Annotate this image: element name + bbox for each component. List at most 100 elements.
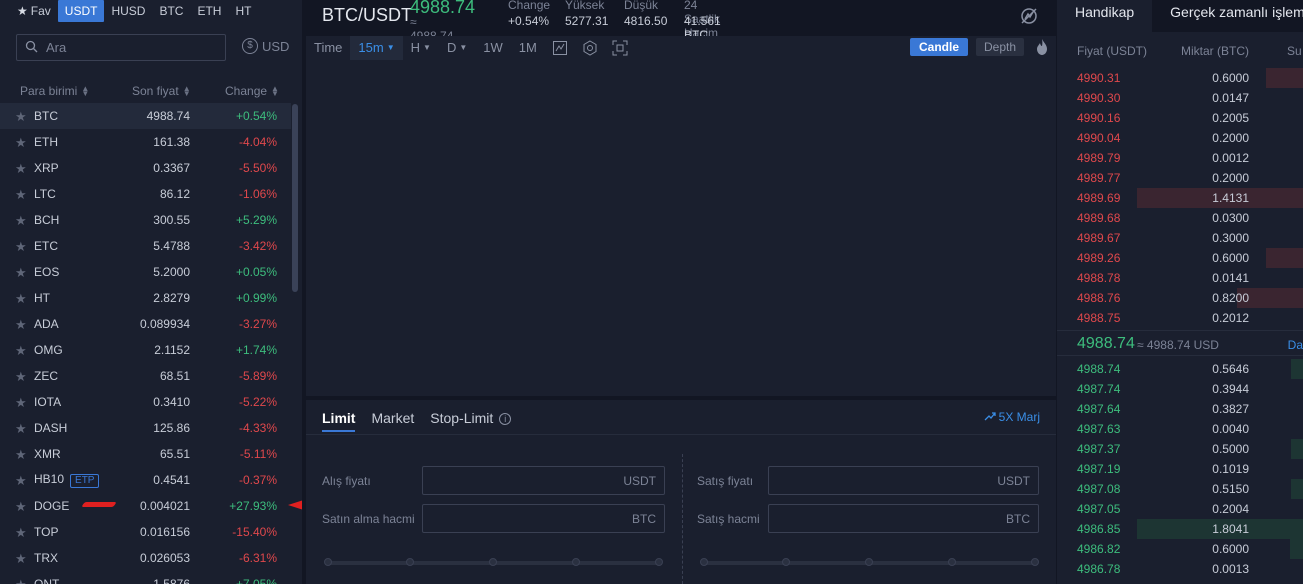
star-icon[interactable]: ★ [15,161,27,177]
star-icon[interactable]: ★ [15,395,27,411]
chart-settings-icon[interactable] [1019,6,1039,26]
sell-amount-input[interactable] [769,505,1038,532]
ask-row[interactable]: 4990.04 0.2000 [1057,128,1303,148]
star-icon[interactable]: ★ [15,109,27,125]
tab-stop-limit[interactable]: Stop-Limit i [430,410,512,432]
star-icon[interactable]: ★ [15,499,27,515]
market-row[interactable]: ★ HT 2.8279 +0.99% [0,285,291,311]
usd-toggle[interactable]: $ USD [242,38,289,54]
sell-amount-slider[interactable] [700,558,1039,566]
market-row[interactable]: ★ TRX 0.026053 -6.31% [0,545,291,571]
bid-row[interactable]: 4987.19 0.1019 [1057,459,1303,479]
star-icon[interactable]: ★ [15,421,27,437]
bid-row[interactable]: 4987.05 0.2004 [1057,499,1303,519]
indicator-icon[interactable] [551,39,569,57]
ask-row[interactable]: 4990.30 0.0147 [1057,88,1303,108]
market-row[interactable]: ★ ADA 0.089934 -3.27% [0,311,291,337]
market-row[interactable]: ★ ONT 1.5876 +7.05% [0,571,291,584]
star-icon[interactable]: ★ [15,525,27,541]
buy-price-field[interactable]: USDT [422,466,665,495]
time-button[interactable]: Time [306,36,350,60]
pair-title[interactable]: BTC/USDT [322,5,412,26]
market-row[interactable]: ★ ETC 5.4788 -3.42% [0,233,291,259]
market-row[interactable]: ★ BCH 300.55 +5.29% [0,207,291,233]
bid-row[interactable]: 4988.74 0.5646 [1057,359,1303,379]
flame-icon[interactable] [1035,38,1049,56]
star-icon[interactable]: ★ [15,213,27,229]
search-input[interactable] [46,40,216,55]
star-icon[interactable]: ★ [15,473,27,489]
market-row[interactable]: ★ XRP 0.3367 -5.50% [0,155,291,181]
buy-amount-field[interactable]: BTC [422,504,665,533]
tab-fav[interactable]: ★ Fav [10,0,58,22]
star-icon[interactable]: ★ [15,291,27,307]
ask-row[interactable]: 4988.75 0.2012 [1057,308,1303,328]
mid-link[interactable]: Da [1288,338,1303,352]
tab-handikap[interactable]: Handikap [1057,0,1152,32]
market-row[interactable]: ★ TOP 0.016156 -15.40% [0,519,291,545]
market-row[interactable]: ★ EOS 5.2000 +0.05% [0,259,291,285]
star-icon[interactable]: ★ [15,187,27,203]
star-icon[interactable]: ★ [15,265,27,281]
market-search[interactable] [16,34,226,61]
star-icon[interactable]: ★ [15,369,27,385]
market-row[interactable]: ★ IOTA 0.3410 -5.22% [0,389,291,415]
market-row[interactable]: ★ LTC 86.12 -1.06% [0,181,291,207]
bid-row[interactable]: 4987.64 0.3827 [1057,399,1303,419]
ask-row[interactable]: 4989.68 0.0300 [1057,208,1303,228]
market-list-scrollbar[interactable] [292,104,298,292]
star-icon[interactable]: ★ [15,135,27,151]
info-icon[interactable]: i [499,413,512,426]
fullscreen-icon[interactable] [611,39,629,57]
ask-row[interactable]: 4990.16 0.2005 [1057,108,1303,128]
star-icon[interactable]: ★ [15,239,27,255]
interval-1w[interactable]: 1W [475,36,511,60]
bid-row[interactable]: 4987.74 0.3944 [1057,379,1303,399]
candle-button[interactable]: Candle [910,38,969,56]
sell-amount-field[interactable]: BTC [768,504,1039,533]
bid-row[interactable]: 4986.82 0.6000 [1057,539,1303,559]
depth-button[interactable]: Depth [976,38,1025,56]
star-icon[interactable]: ★ [15,343,27,359]
tab-realtime-trades[interactable]: Gerçek zamanlı işlem [1152,0,1303,32]
bid-row[interactable]: 4987.37 0.5000 [1057,439,1303,459]
ask-row[interactable]: 4988.78 0.0141 [1057,268,1303,288]
tab-market[interactable]: Market [371,410,414,432]
tab-btc[interactable]: BTC [152,0,190,22]
market-row[interactable]: ★ BTC 4988.74 +0.54% [0,103,291,129]
tab-eth[interactable]: ETH [190,0,228,22]
gear-icon[interactable] [581,39,599,57]
col-header-pair[interactable]: Para birimi ▲ ▼ [20,84,89,98]
ask-row[interactable]: 4989.79 0.0012 [1057,148,1303,168]
market-row[interactable]: ★ XMR 65.51 -5.11% [0,441,291,467]
tab-limit[interactable]: Limit [322,410,356,432]
ask-row[interactable]: 4989.77 0.2000 [1057,168,1303,188]
bid-row[interactable]: 4987.08 0.5150 [1057,479,1303,499]
tab-usdt[interactable]: USDT [57,0,105,22]
star-icon[interactable]: ★ [15,447,27,463]
bid-row[interactable]: 4986.78 0.0013 [1057,559,1303,579]
interval-15m[interactable]: 15m ▼ [350,36,403,60]
ask-row[interactable]: 4988.76 0.8200 [1057,288,1303,308]
bid-row[interactable]: 4987.63 0.0040 [1057,419,1303,439]
star-icon[interactable]: ★ [15,577,27,584]
tab-ht[interactable]: HT [228,0,258,22]
buy-amount-input[interactable] [423,505,664,532]
ask-row[interactable]: 4989.26 0.6000 [1057,248,1303,268]
buy-amount-slider[interactable] [324,558,663,566]
market-row[interactable]: ★ ZEC 68.51 -5.89% [0,363,291,389]
ask-row[interactable]: 4990.31 0.6000 [1057,68,1303,88]
market-row[interactable]: ★ DASH 125.86 -4.33% [0,415,291,441]
tab-husd[interactable]: HUSD [104,0,152,22]
bid-row[interactable]: 4986.85 1.8041 [1057,519,1303,539]
margin-link[interactable]: 5X Marj [984,410,1040,424]
market-row[interactable]: ★ OMG 2.1152 +1.74% [0,337,291,363]
star-icon[interactable]: ★ [15,317,27,333]
sell-price-field[interactable]: USDT [768,466,1039,495]
market-row[interactable]: ★ DOGE 0.004021 +27.93% [0,493,291,519]
interval-h[interactable]: H ▼ [403,36,439,60]
market-row[interactable]: ★ ETH 161.38 -4.04% [0,129,291,155]
interval-d[interactable]: D ▼ [439,36,475,60]
candlestick-chart-area[interactable] [306,60,1056,396]
ask-row[interactable]: 4989.69 1.4131 [1057,188,1303,208]
